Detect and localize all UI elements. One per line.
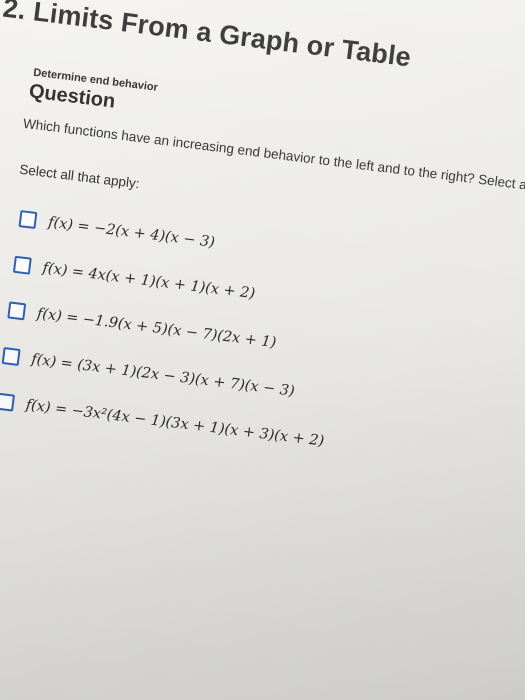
select-all-instruction: Select all that apply: [18,161,141,192]
screen: 2. Limits From a Graph or Table Determin… [0,0,525,700]
checkbox[interactable] [18,210,38,230]
checkbox[interactable] [0,392,16,412]
question-page: 2. Limits From a Graph or Table Determin… [0,0,525,449]
answer-options: f(x) = −2(x + 4)(x − 3) f(x) = 4x(x + 1)… [0,204,348,472]
checkbox[interactable] [12,255,32,275]
page-title: 2. Limits From a Graph or Table [1,0,413,73]
checkbox[interactable] [7,301,27,321]
option-formula: f(x) = 4x(x + 1)(x + 1)(x + 2) [41,259,256,302]
option-formula: f(x) = (3x + 1)(2x − 3)(x + 7)(x − 3) [30,351,296,400]
option-formula: f(x) = −2(x + 4)(x − 3) [47,214,216,251]
question-prompt: Which functions have an increasing end b… [22,115,525,201]
checkbox[interactable] [1,347,21,366]
option-formula: f(x) = −3x²(4x − 1)(3x + 1)(x + 3)(x + 2… [24,396,326,450]
option-formula: f(x) = −1.9(x + 5)(x − 7)(2x + 1) [36,305,278,351]
